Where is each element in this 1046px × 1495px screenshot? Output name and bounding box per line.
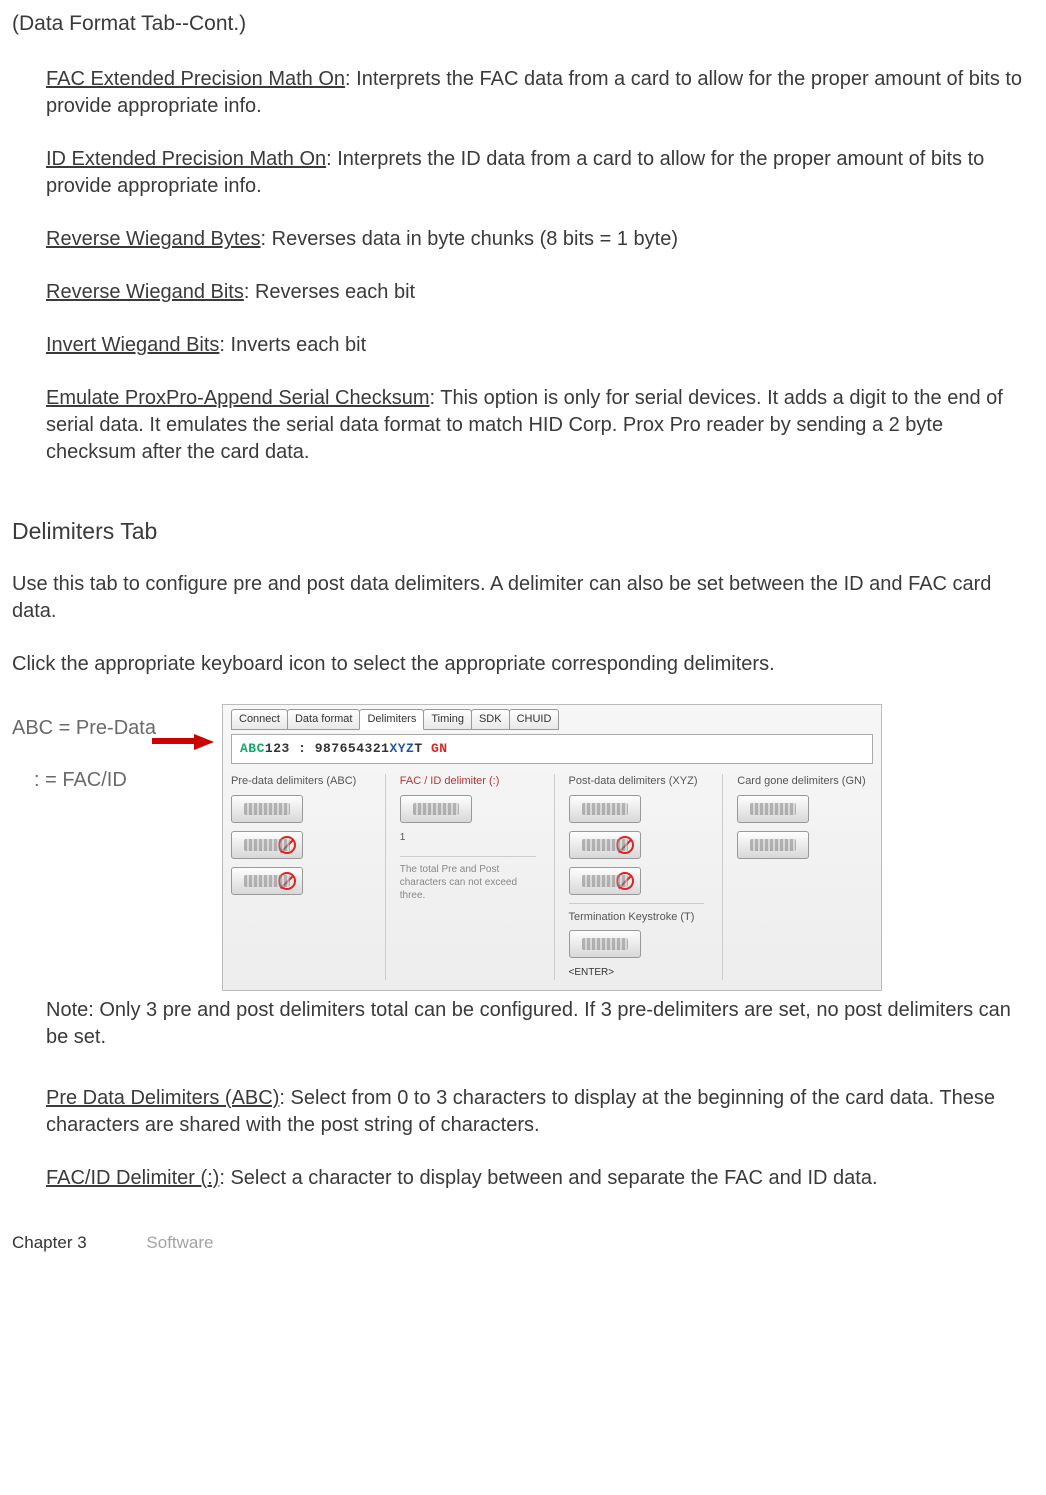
col-fac-id: FAC / ID delimiter (:) 1 The total Pre a…	[385, 774, 536, 980]
definition-fac-id-delim: FAC/ID Delimiter (:): Select a character…	[46, 1165, 1034, 1192]
delimiters-intro-1: Use this tab to configure pre and post d…	[12, 571, 1034, 625]
tab-connect[interactable]: Connect	[231, 709, 288, 730]
keyboard-button[interactable]	[737, 795, 809, 823]
keyboard-button[interactable]	[569, 831, 641, 859]
keyboard-button[interactable]	[400, 795, 472, 823]
col-pre-data-title: Pre-data delimiters (ABC)	[231, 774, 367, 789]
tab-chuid[interactable]: CHUID	[509, 709, 560, 730]
delimiters-window: Connect Data format Delimiters Timing SD…	[222, 704, 882, 991]
tab-strip: Connect Data format Delimiters Timing SD…	[231, 709, 873, 730]
delimiters-heading: Delimiters Tab	[12, 516, 1034, 547]
definition-emulate-proxpro: Emulate ProxPro-Append Serial Checksum: …	[46, 385, 1034, 466]
forbidden-icon	[278, 836, 296, 854]
preview-colon: :	[290, 741, 315, 756]
definition-rev-bits: Reverse Wiegand Bits: Reverses each bit	[46, 279, 1034, 306]
definition-id-ext: ID Extended Precision Math On: Interpret…	[46, 146, 1034, 200]
col-post-data: Post-data delimiters (XYZ) Termination K…	[554, 774, 705, 980]
char-limit-hint: The total Pre and Post characters can no…	[400, 856, 536, 902]
arrow-head-icon	[194, 734, 214, 750]
col-fac-id-title: FAC / ID delimiter (:)	[400, 774, 536, 789]
definition-rev-bytes: Reverse Wiegand Bytes: Reverses data in …	[46, 226, 1034, 253]
keyboard-button[interactable]	[569, 930, 641, 958]
col-post-data-title: Post-data delimiters (XYZ)	[569, 774, 705, 789]
definition-fac-ext: FAC Extended Precision Math On: Interpre…	[46, 66, 1034, 120]
col-pre-data: Pre-data delimiters (ABC)	[231, 774, 367, 980]
tab-data-format[interactable]: Data format	[287, 709, 360, 730]
forbidden-icon	[278, 872, 296, 890]
col-card-gone: Card gone delimiters (GN)	[722, 774, 873, 980]
col-termination-title: Termination Keystroke (T)	[569, 910, 705, 925]
definition-invert-bits: Invert Wiegand Bits: Inverts each bit	[46, 332, 1034, 359]
preview-abc: ABC	[240, 741, 265, 756]
col-card-gone-title: Card gone delimiters (GN)	[737, 774, 873, 789]
keyboard-button[interactable]	[737, 831, 809, 859]
legend-colon: : = FAC/ID	[12, 762, 202, 798]
definition-pre-data: Pre Data Delimiters (ABC): Select from 0…	[46, 1085, 1034, 1139]
page-title: (Data Format Tab--Cont.)	[12, 10, 1034, 38]
keyboard-button[interactable]	[569, 795, 641, 823]
preview-bar: ABC123 : 987654321XYZT GN	[231, 734, 873, 764]
tab-delimiters[interactable]: Delimiters	[359, 709, 424, 730]
footer-chapter: Chapter 3	[12, 1233, 87, 1252]
preview-id: 987654321	[315, 741, 390, 756]
tab-sdk[interactable]: SDK	[471, 709, 510, 730]
forbidden-icon	[616, 836, 634, 854]
keyboard-button[interactable]	[231, 867, 303, 895]
keyboard-button[interactable]	[569, 867, 641, 895]
preview-xyz: XYZ	[389, 741, 414, 756]
tab-timing[interactable]: Timing	[423, 709, 472, 730]
preview-num: 123	[265, 741, 290, 756]
delimiters-intro-2: Click the appropriate keyboard icon to s…	[12, 651, 1034, 678]
forbidden-icon	[616, 872, 634, 890]
arrow-icon	[152, 738, 197, 744]
preview-gn: GN	[423, 741, 448, 756]
page-footer: Chapter 3 Software	[12, 1232, 1034, 1255]
fac-id-field-value: 1	[400, 831, 536, 845]
footer-section: Software	[146, 1233, 213, 1252]
preview-t: T	[414, 741, 422, 756]
delimiters-note: Note: Only 3 pre and post delimiters tot…	[46, 997, 1034, 1051]
termination-value: <ENTER>	[569, 966, 705, 980]
keyboard-button[interactable]	[231, 831, 303, 859]
keyboard-button[interactable]	[231, 795, 303, 823]
figure-legend: ABC = Pre-Data : = FAC/ID	[12, 704, 202, 798]
